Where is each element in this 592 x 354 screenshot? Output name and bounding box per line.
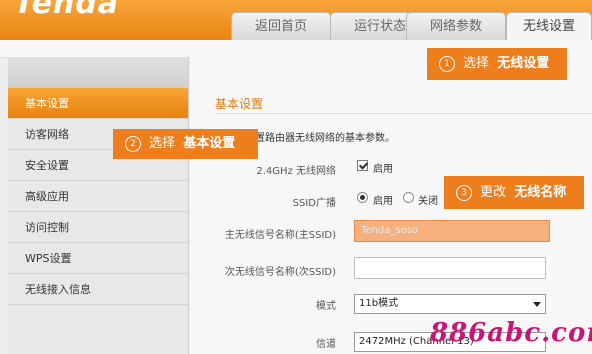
callout-text: 选择	[149, 136, 176, 151]
chevron-down-icon	[533, 302, 541, 307]
sidebar-item-basic[interactable]: 基本设置	[8, 88, 188, 119]
channel-label: 信道	[316, 339, 336, 350]
sidebar-item-clients[interactable]: 无线接入信息	[8, 274, 188, 305]
secondary-ssid-input[interactable]	[354, 257, 546, 279]
ssid-broadcast-off-radio[interactable]	[403, 192, 414, 203]
tab-network[interactable]: 网络参数	[406, 12, 506, 40]
tab-wireless[interactable]: 无线设置	[506, 12, 592, 41]
callout-bold-text: 无线设置	[497, 56, 550, 71]
mode-select-value: 11b模式	[359, 298, 399, 309]
sidebar-header	[8, 57, 188, 88]
callout-bold-text: 基本设置	[183, 136, 236, 151]
sidebar: 基本设置 访客网络 安全设置 高级应用 访问控制 WPS设置 无线接入信息	[8, 57, 189, 354]
wireless-24-option: 启用	[373, 164, 393, 175]
callout-step-1: 1 选择 无线设置	[427, 48, 567, 80]
step-number-icon: 3	[456, 185, 472, 201]
ssid-broadcast-off-label: 关闭	[418, 196, 438, 207]
step-number-icon: 2	[125, 136, 141, 152]
sidebar-item-wps[interactable]: WPS设置	[8, 243, 188, 274]
callout-step-3: 3 更改 无线名称	[444, 176, 584, 209]
step-number-icon: 1	[439, 56, 455, 72]
site-watermark: 886abc.com	[430, 318, 592, 348]
callout-text: 更改	[480, 185, 507, 200]
callout-text: 选择	[463, 56, 490, 71]
callout-bold-text: 无线名称	[514, 185, 567, 200]
callout-step-2: 2 选择 基本设置	[113, 129, 258, 159]
sidebar-item-access-control[interactable]: 访问控制	[8, 212, 188, 243]
mode-select[interactable]: 11b模式	[354, 294, 546, 314]
wireless-24-label: 2.4GHz 无线网络	[256, 166, 336, 177]
primary-ssid-input[interactable]: Tenda_soso	[354, 220, 550, 242]
ssid-broadcast-label: SSID广播	[292, 198, 336, 209]
tab-home[interactable]: 返回首页	[231, 12, 331, 40]
ssid-broadcast-on-radio[interactable]	[357, 192, 368, 203]
section-title: 基本设置	[215, 97, 264, 111]
section-divider	[215, 113, 592, 114]
ssid-broadcast-on-label: 启用	[373, 196, 393, 207]
tenda-logo: Tenda	[14, 0, 120, 21]
primary-ssid-label: 主无线信号名称(主SSID)	[224, 230, 336, 241]
secondary-ssid-label: 次无线信号名称(次SSID)	[224, 267, 336, 278]
mode-label: 模式	[316, 301, 336, 312]
wireless-24-checkbox[interactable]	[357, 160, 368, 171]
sidebar-item-advanced[interactable]: 高级应用	[8, 181, 188, 212]
section-description: 置路由器无线网络的基本参数。	[255, 133, 395, 144]
